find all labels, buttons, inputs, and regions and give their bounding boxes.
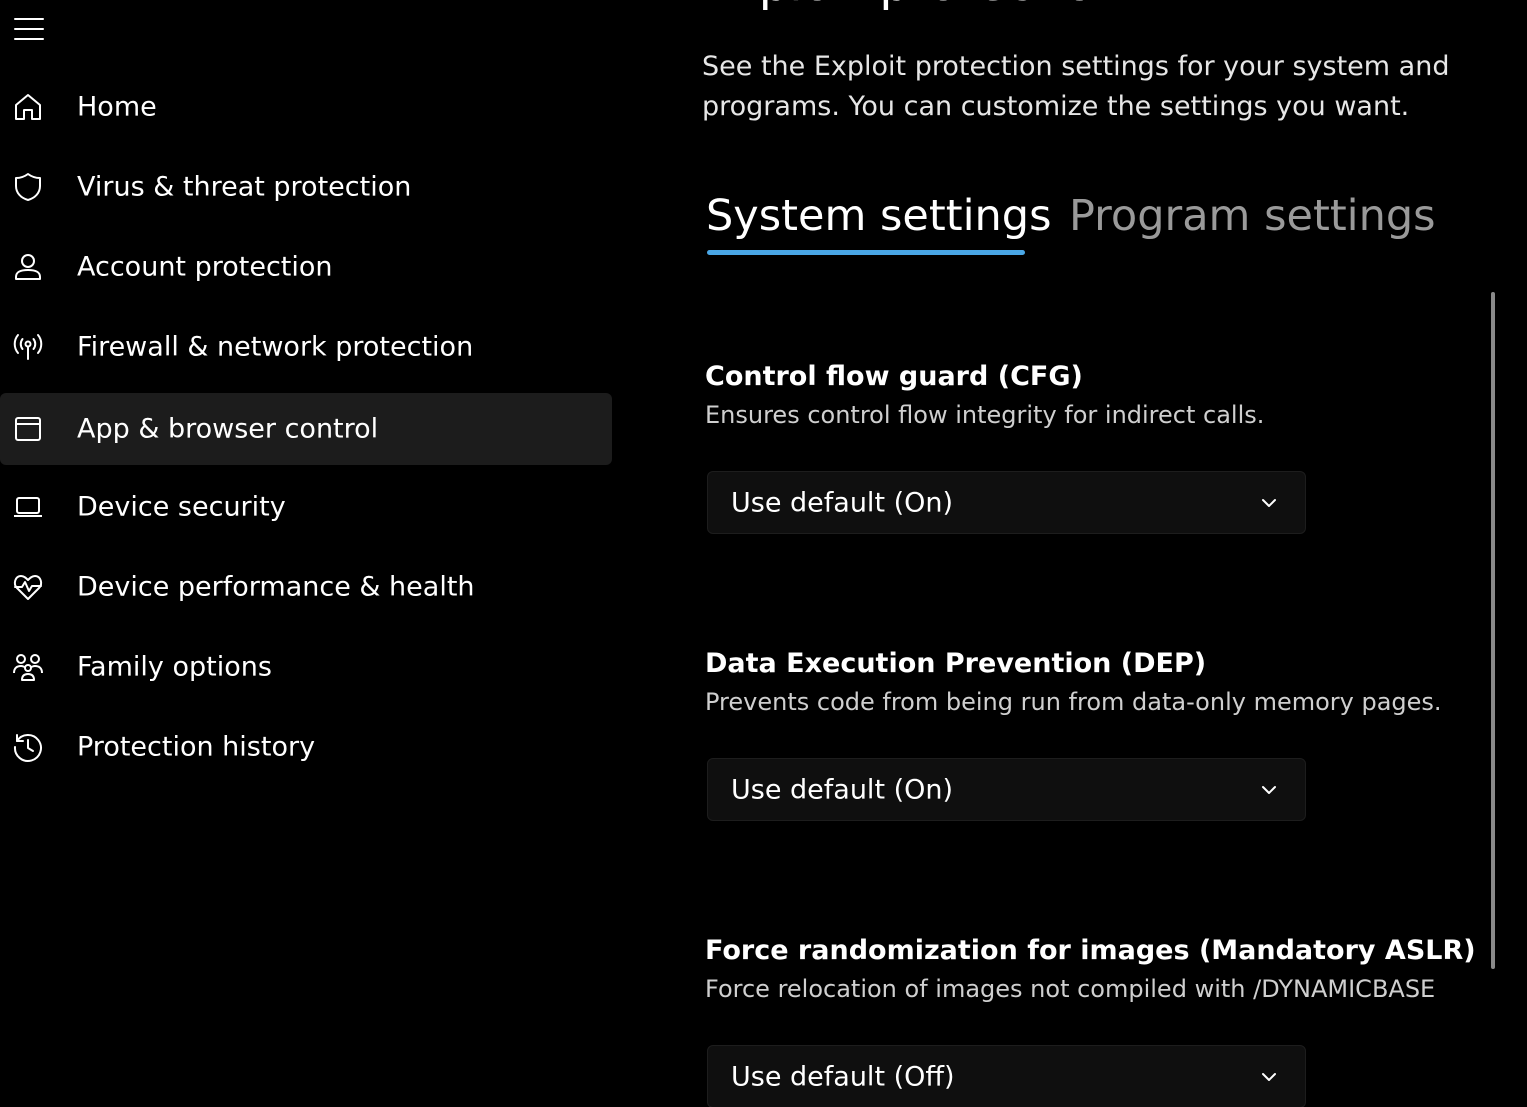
sidebar-item-device-performance[interactable]: Device performance & health [0,551,612,623]
setting-description: Ensures control flow integrity for indir… [705,401,1265,429]
page-description: See the Exploit protection settings for … [702,51,1450,122]
sidebar-item-label: Virus & threat protection [77,171,412,203]
sidebar-item-label: Firewall & network protection [77,331,474,363]
setting-description: Prevents code from being run from data-o… [705,688,1442,716]
chevron-down-icon [1262,1072,1276,1081]
history-icon [11,730,45,764]
setting-title: Control flow guard (CFG) [705,361,1083,392]
sidebar-item-virus-threat[interactable]: Virus & threat protection [0,151,612,223]
sidebar-item-account-protection[interactable]: Account protection [0,231,612,303]
selected-tab-indicator [707,250,1025,255]
tab-program-settings[interactable]: Program settings [1069,187,1436,245]
setting-description: Force relocation of images not compiled … [705,975,1436,1003]
sidebar-item-label: Home [77,91,157,123]
heart-pulse-icon [11,570,45,604]
sidebar-item-label: Device performance & health [77,571,475,603]
dropdown-value: Use default (On) [731,487,954,518]
tab-system-settings[interactable]: System settings [706,187,1052,245]
sidebar-item-label: App & browser control [77,413,379,445]
app-window-icon [11,412,45,446]
aslr-dropdown[interactable]: Use default (Off) [707,1045,1306,1107]
family-icon [11,650,45,684]
sidebar-item-device-security[interactable]: Device security [0,471,612,543]
scrollbar[interactable] [1491,292,1495,969]
cfg-dropdown[interactable]: Use default (On) [707,471,1306,534]
sidebar-item-family-options[interactable]: Family options [0,631,612,703]
sidebar-item-home[interactable]: Home [0,71,612,143]
setting-title: Force randomization for images (Mandator… [705,935,1476,966]
sidebar-item-label: Protection history [77,731,316,763]
sidebar-item-firewall[interactable]: Firewall & network protection [0,311,612,383]
dep-dropdown[interactable]: Use default (On) [707,758,1306,821]
setting-title: Data Execution Prevention (DEP) [705,648,1207,679]
laptop-icon [11,490,45,524]
menu-icon[interactable] [12,16,46,42]
page-title: Exploit protection [700,0,1125,8]
shield-icon [11,170,45,204]
sidebar-item-app-browser[interactable]: App & browser control [0,393,612,465]
person-icon [11,250,45,284]
sidebar-item-protection-history[interactable]: Protection history [0,711,612,783]
dropdown-value: Use default (On) [731,774,954,805]
antenna-icon [11,330,45,364]
dropdown-value: Use default (Off) [731,1061,955,1092]
windows-security-app: Home Virus & threat protection Account p… [0,0,1527,1107]
home-icon [11,90,45,124]
sidebar-item-label: Device security [77,491,286,523]
sidebar-item-label: Account protection [77,251,333,283]
sidebar-item-label: Family options [77,651,272,683]
chevron-down-icon [1262,785,1276,794]
chevron-down-icon [1262,498,1276,507]
